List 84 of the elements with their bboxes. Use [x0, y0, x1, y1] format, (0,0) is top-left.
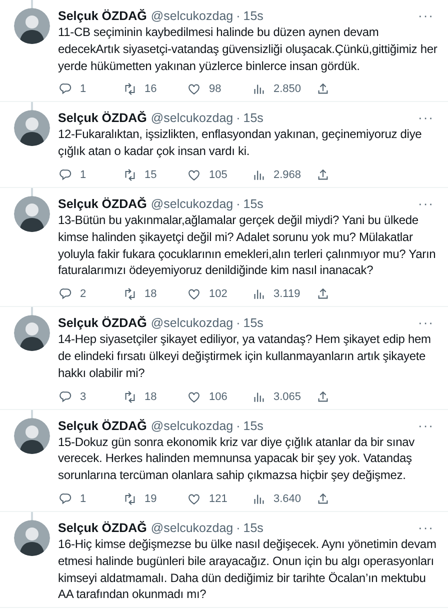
timestamp[interactable]: 15s: [243, 520, 264, 536]
separator-dot: ·: [236, 418, 240, 434]
author-name[interactable]: Selçuk ÖZDAĞ: [58, 196, 147, 212]
more-button[interactable]: ···: [418, 418, 434, 434]
views-count: 2.968: [274, 168, 302, 183]
views-count: 3.065: [274, 390, 302, 405]
avatar[interactable]: [14, 8, 50, 44]
retweet-count: 15: [144, 168, 157, 183]
reply-icon[interactable]: [58, 390, 72, 404]
retweet-icon[interactable]: [122, 390, 136, 404]
like-count: 105: [209, 168, 228, 183]
reply-count: 2: [80, 287, 86, 302]
retweet-icon[interactable]: [122, 287, 136, 302]
share-icon[interactable]: [316, 168, 330, 182]
share-icon[interactable]: [316, 390, 330, 404]
timestamp[interactable]: 15s: [243, 8, 264, 24]
separator-dot: ·: [236, 520, 240, 536]
bar-chart-icon[interactable]: [252, 287, 266, 302]
retweet-count: 18: [144, 287, 157, 302]
tweet-text: 12-Fukaralıktan, işsizlikten, enflasyondan yakınan, geçinemiyoruz diye çığlık atan o kadar çok insan vardı ki.: [58, 126, 423, 160]
retweet-count: 19: [144, 492, 157, 507]
handle[interactable]: @selcukozdag: [150, 520, 234, 536]
author-name[interactable]: Selçuk ÖZDAĞ: [58, 315, 147, 332]
reply-count: 1: [80, 82, 86, 98]
reply-icon[interactable]: [58, 82, 72, 96]
author-name[interactable]: Selçuk ÖZDAĞ: [58, 520, 147, 536]
heart-icon[interactable]: [187, 287, 201, 302]
timestamp[interactable]: 15s: [243, 315, 264, 332]
reply-count: 1: [80, 492, 86, 507]
separator-dot: ·: [236, 315, 240, 332]
like-count: 102: [209, 287, 228, 302]
separator-dot: ·: [236, 8, 240, 24]
views-count: 3.119: [274, 287, 300, 302]
more-button[interactable]: ···: [418, 315, 434, 332]
more-button[interactable]: ···: [418, 196, 434, 212]
avatar[interactable]: [14, 418, 50, 454]
separator-dot: ·: [236, 110, 240, 126]
like-count: 121: [209, 492, 228, 507]
retweet-count: 16: [144, 82, 157, 98]
timestamp[interactable]: 15s: [243, 418, 264, 434]
like-count: 106: [209, 390, 228, 405]
share-icon[interactable]: [316, 287, 330, 302]
separator-dot: ·: [236, 196, 240, 212]
bar-chart-icon[interactable]: [252, 82, 266, 96]
retweet-count: 18: [144, 390, 157, 405]
handle[interactable]: @selcukozdag: [150, 8, 234, 24]
handle[interactable]: @selcukozdag: [150, 110, 234, 126]
timestamp[interactable]: 15s: [243, 110, 264, 126]
more-button[interactable]: ···: [418, 110, 434, 126]
tweet-text: 15-Dokuz gün sonra ekonomik kriz var diye çığlık atanlar da bir sınav verecek. Herkes halinden memnunsa yapacak bir şey yok. Vatandaş sorunlarına tercüman olanlara sahip çıkmazsa hiçbir şey değişmez.: [58, 434, 416, 484]
handle[interactable]: @selcukozdag: [150, 315, 234, 332]
avatar[interactable]: [14, 520, 50, 556]
heart-icon[interactable]: [187, 390, 201, 404]
handle[interactable]: @selcukozdag: [150, 196, 234, 212]
reply-count: 3: [80, 390, 86, 405]
author-name[interactable]: Selçuk ÖZDAĞ: [58, 8, 147, 24]
tweet-text: 11-CB seçiminin kaybedilmesi halinde bu düzen aynen devam edecekArtık siyasetçi-vatandaş güvensizliği oluşacak.Çünkü,gittiğimiz her yerde hükümetten yakınan yüzlerce binlerce insan gördük.: [58, 24, 438, 74]
more-button[interactable]: ···: [418, 520, 434, 536]
avatar[interactable]: [14, 110, 50, 146]
share-icon[interactable]: [316, 82, 330, 96]
heart-icon[interactable]: [187, 492, 201, 506]
reply-icon[interactable]: [58, 168, 72, 182]
retweet-icon[interactable]: [122, 492, 136, 506]
tweet-text: 13-Bütün bu yakınmalar,ağlamalar gerçek değil miydi? Yani bu ülkede kimse halinden şikayetçi değil mi? Adalet sorunu yok mu? Mülakatlar yoluyla fakir fukara çocuklarının emekleri,alın terleri çalınmıyor mu? Yarın faturalarımızı ödeyemiyoruz denildiğinde kim nasıl inanacak?: [58, 212, 437, 280]
handle[interactable]: @selcukozdag: [150, 418, 234, 434]
author-name[interactable]: Selçuk ÖZDAĞ: [58, 110, 147, 126]
more-button[interactable]: ···: [418, 8, 434, 24]
avatar[interactable]: [14, 315, 50, 352]
views-count: 2.850: [274, 82, 302, 98]
retweet-icon[interactable]: [122, 168, 136, 182]
tweet-text: 16-Hiç kimse değişmezse bu ülke nasıl değişecek. Aynı yönetimin devam etmesi halinde bugünleri bile arayacağız. Onun için bu algı operasyonları kimseyi aldatmamalı. Daha dün dediğimiz bir tarihte Öcalan’ın mektubu AA tarafından okunmadı mı?: [58, 536, 438, 604]
reply-icon[interactable]: [58, 287, 72, 302]
heart-icon[interactable]: [187, 82, 201, 96]
tweet-text: 14-Hep siyasetçiler şikayet ediliyor, ya vatandaş? Hem şikayet edip hem de elindeki fırsatı ülkeyi değiştirmek için kullanmayanların artık şikayete hakkı olabilir mi?: [58, 331, 432, 382]
author-name[interactable]: Selçuk ÖZDAĞ: [58, 418, 147, 434]
avatar[interactable]: [14, 196, 50, 232]
heart-icon[interactable]: [187, 168, 201, 182]
like-count: 98: [209, 82, 222, 98]
retweet-icon[interactable]: [122, 82, 136, 96]
timestamp[interactable]: 15s: [243, 196, 264, 212]
reply-icon[interactable]: [58, 492, 72, 506]
reply-count: 1: [80, 168, 86, 183]
share-icon[interactable]: [316, 492, 330, 506]
views-count: 3.640: [274, 492, 302, 507]
